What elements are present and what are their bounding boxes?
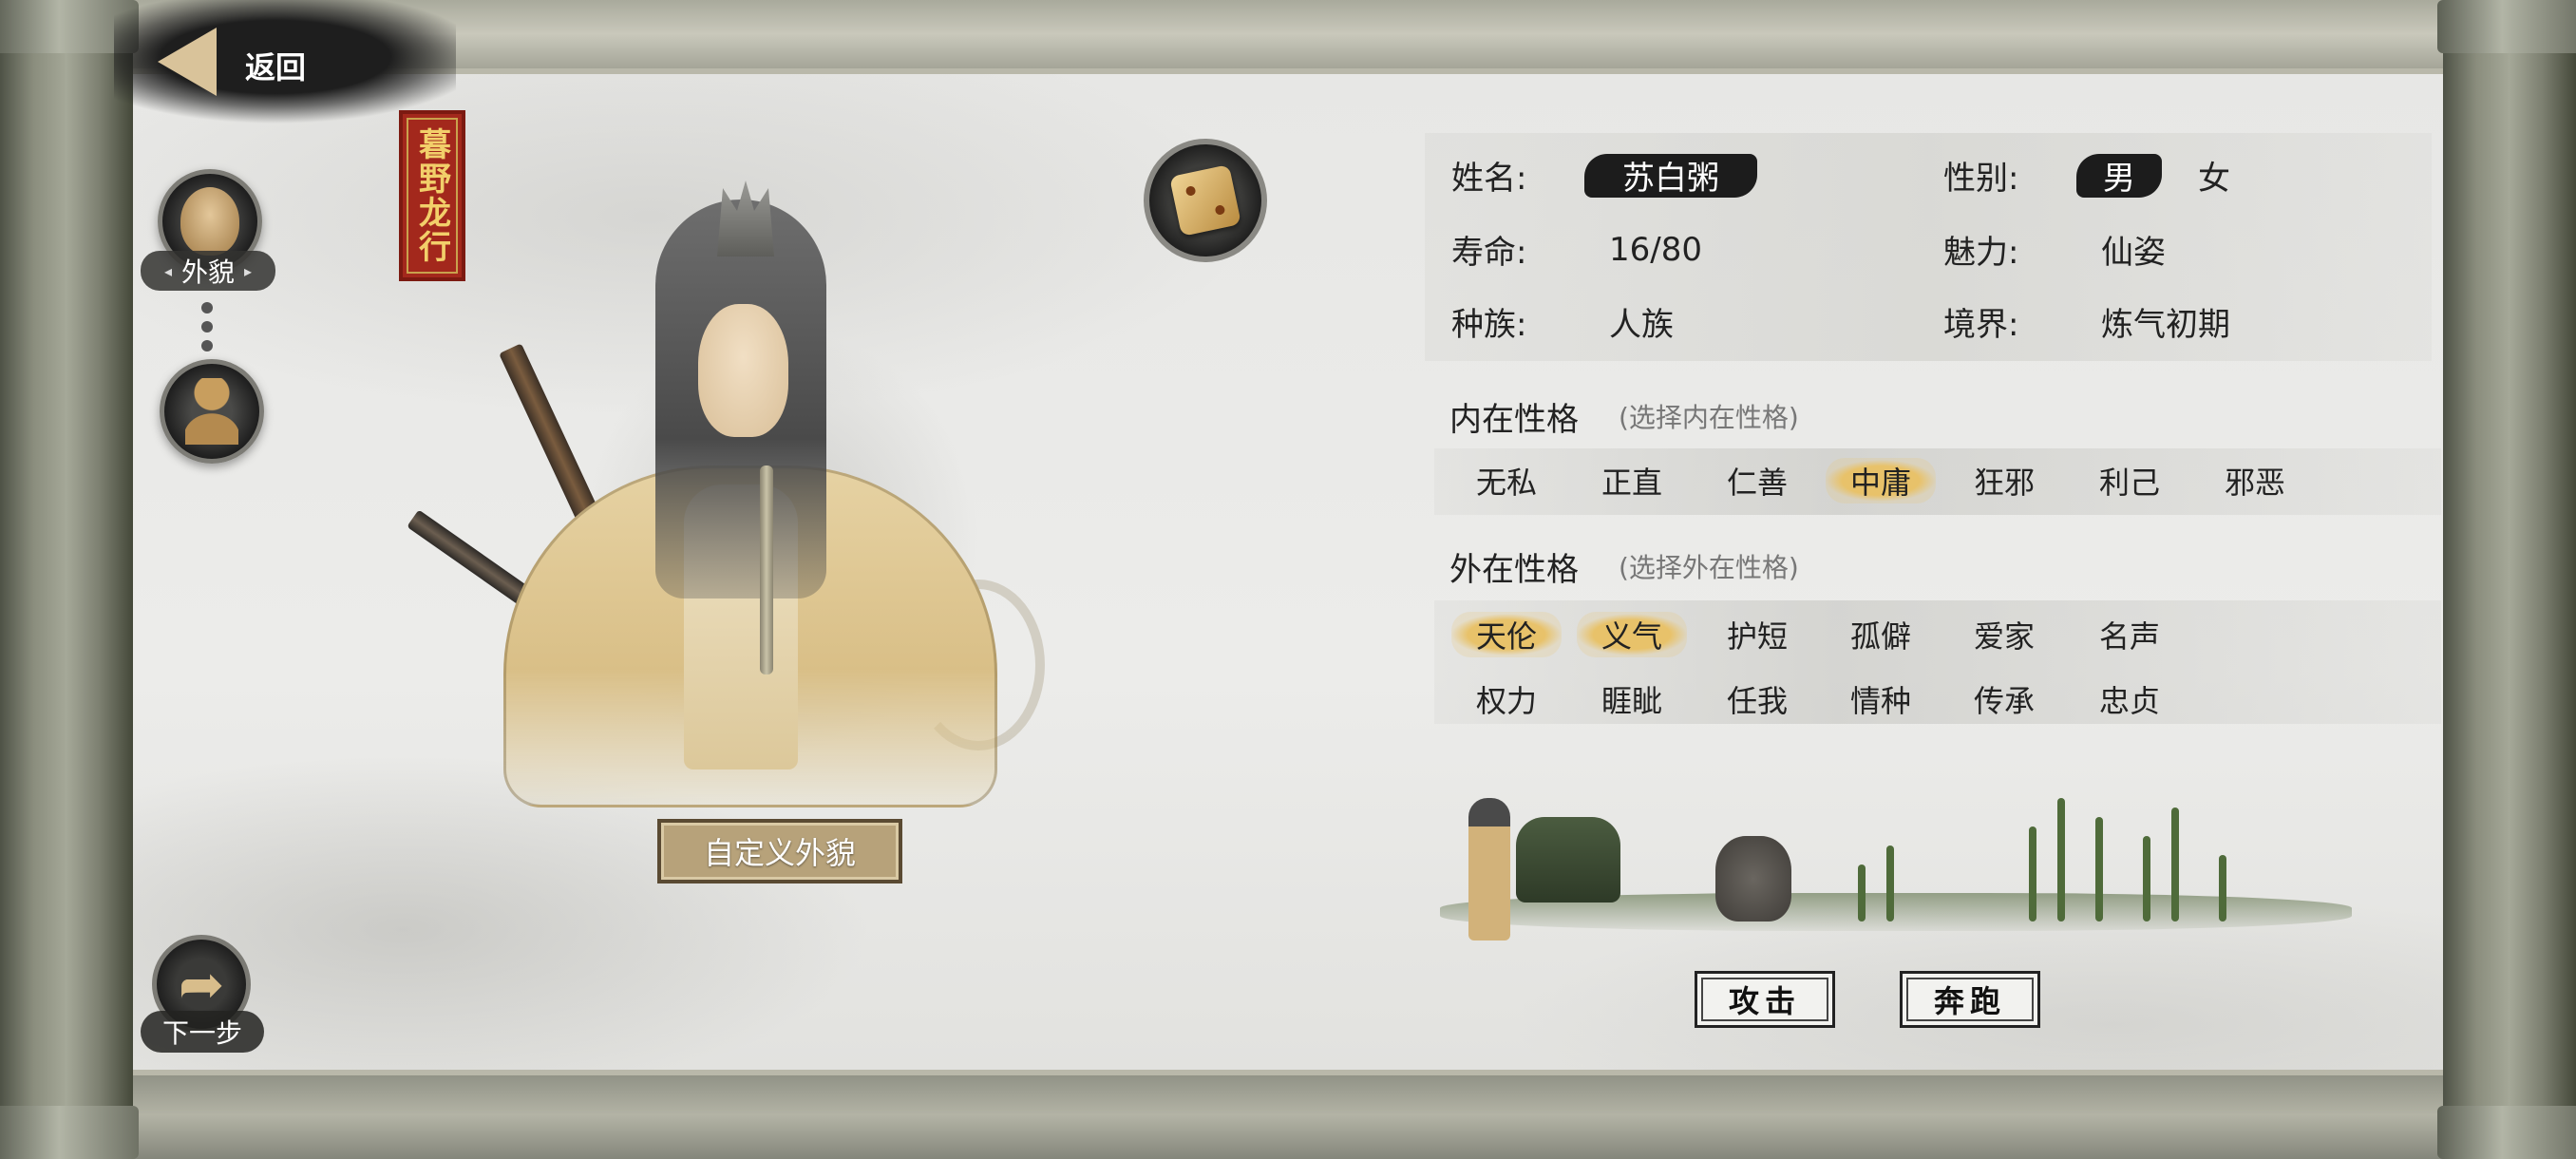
figure-avatar-button[interactable]	[160, 359, 264, 464]
crown-icon	[717, 180, 774, 256]
outer-trait-option[interactable]: 爱家	[1949, 612, 2059, 657]
rod-cap-icon	[2437, 1106, 2576, 1159]
inner-trait-option[interactable]: 正直	[1577, 458, 1687, 504]
appearance-label: 外貌	[180, 256, 235, 288]
charm-value: 仙姿	[2101, 234, 2166, 272]
next-step-label[interactable]: 下一步	[141, 1011, 264, 1053]
race-label: 种族:	[1451, 306, 1527, 344]
outer-trait-option[interactable]: 睚眦	[1577, 676, 1687, 722]
title-seal: 暮野龙行	[399, 110, 465, 281]
gender-option-male[interactable]: 男	[2076, 153, 2162, 198]
realm-label: 境界:	[1943, 306, 2019, 344]
realm-row: 境界: 炼气初期	[1943, 298, 2230, 345]
inner-trait-option[interactable]: 无私	[1451, 458, 1562, 504]
outer-trait-option[interactable]: 任我	[1702, 676, 1812, 722]
inner-personality-hint: (选择内在性格)	[1619, 402, 1799, 433]
scroll-rod-left	[0, 0, 139, 1159]
attack-button[interactable]: 攻击	[1695, 971, 1835, 1028]
charm-label: 魅力:	[1943, 234, 2019, 272]
race-value: 人族	[1609, 306, 1674, 344]
run-button[interactable]: 奔跑	[1900, 971, 2040, 1028]
gender-row: 性别: 男 女	[1943, 152, 2230, 199]
hero-sprite	[1468, 798, 1510, 940]
inner-trait-option[interactable]: 仁善	[1702, 458, 1812, 504]
rod-cap-icon	[0, 1106, 139, 1159]
cart-icon	[1516, 817, 1620, 902]
outer-trait-option[interactable]: 孤僻	[1826, 612, 1936, 657]
outer-trait-option[interactable]: 护短	[1702, 612, 1812, 657]
outer-personality-hint: (选择外在性格)	[1619, 552, 1799, 583]
inner-personality-title: 内在性格	[1449, 401, 1579, 439]
prev-arrow-icon[interactable]: ◂	[164, 262, 172, 280]
face-icon	[180, 187, 239, 256]
outer-personality-title: 外在性格	[1449, 551, 1579, 589]
realm-value: 炼气初期	[2101, 306, 2230, 344]
seal-text: 暮野龙行	[412, 127, 451, 264]
inner-trait-option[interactable]: 邪恶	[2200, 458, 2310, 504]
charm-row: 魅力: 仙姿	[1943, 226, 2166, 273]
outer-trait-option-selected[interactable]: 天伦	[1451, 612, 1562, 657]
name-label: 姓名:	[1451, 160, 1527, 198]
rock-icon	[1715, 836, 1791, 922]
outer-trait-option[interactable]: 情种	[1826, 676, 1936, 722]
back-arrow-icon	[158, 28, 217, 96]
bust-icon	[185, 378, 238, 445]
rod-cap-icon	[2437, 0, 2576, 53]
name-field[interactable]: 苏白粥	[1584, 153, 1757, 198]
scroll-frame-bottom	[0, 1072, 2576, 1159]
randomize-button[interactable]	[1144, 139, 1267, 262]
staff-icon	[760, 466, 773, 674]
outer-trait-option-selected[interactable]: 义气	[1577, 612, 1687, 657]
outer-trait-option[interactable]: 传承	[1949, 676, 2059, 722]
lifespan-value: 16/80	[1609, 230, 1702, 269]
next-arrow-icon: ➦	[178, 952, 225, 1016]
next-arrow-icon[interactable]: ▸	[244, 262, 252, 280]
inner-trait-option-selected[interactable]: 中庸	[1826, 458, 1936, 504]
divider-dots	[201, 302, 215, 359]
race-row: 种族: 人族	[1451, 298, 1674, 345]
name-row: 姓名: 苏白粥	[1451, 152, 1757, 199]
outer-trait-option[interactable]: 忠贞	[2074, 676, 2185, 722]
scene-preview	[1440, 779, 2352, 960]
customize-appearance-button[interactable]: 自定义外貌	[657, 819, 902, 884]
appearance-selector[interactable]: ◂ 外貌 ▸	[141, 251, 275, 291]
gender-label: 性别:	[1943, 160, 2019, 198]
gender-option-female[interactable]: 女	[2198, 152, 2230, 199]
dice-icon	[1169, 164, 1241, 237]
scroll-rod-right	[2437, 0, 2576, 1159]
back-button[interactable]: 返回	[114, 0, 456, 124]
outer-trait-option[interactable]: 权力	[1451, 676, 1562, 722]
outer-trait-option[interactable]: 名声	[2074, 612, 2185, 657]
inner-trait-option[interactable]: 狂邪	[1949, 458, 2059, 504]
character-portrait	[407, 180, 1073, 826]
inner-trait-option[interactable]: 利己	[2074, 458, 2185, 504]
back-label: 返回	[245, 49, 307, 86]
lifespan-label: 寿命:	[1451, 234, 1527, 272]
lifespan-row: 寿命: 16/80	[1451, 226, 1702, 273]
